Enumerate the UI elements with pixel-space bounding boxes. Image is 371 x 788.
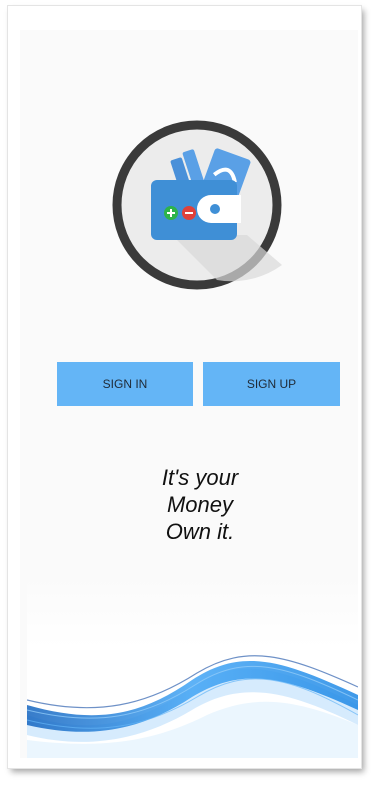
wave-graphic <box>27 655 358 758</box>
tagline: It's your Money Own it. <box>100 464 300 545</box>
sign-in-button[interactable]: SIGN IN <box>57 362 193 406</box>
wave-decoration <box>27 575 358 758</box>
wallet-icon <box>112 120 282 290</box>
tagline-line-3: Own it. <box>165 519 235 544</box>
app-logo <box>107 115 287 295</box>
tagline-line-2: Money <box>166 492 234 517</box>
tagline-line-1: It's your <box>161 465 239 490</box>
sign-up-button[interactable]: SIGN UP <box>203 362 340 406</box>
